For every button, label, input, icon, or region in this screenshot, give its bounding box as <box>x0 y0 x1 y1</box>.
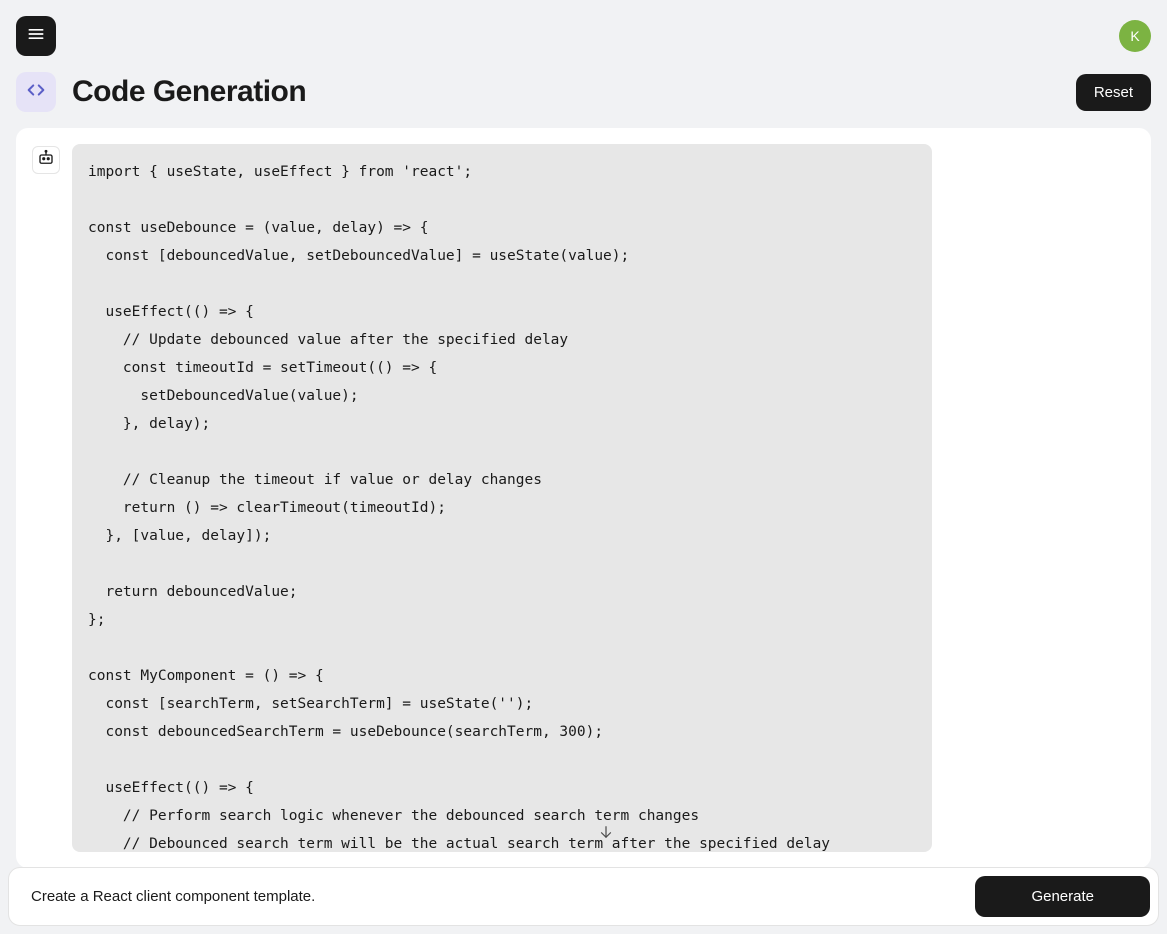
scroll-down-button[interactable] <box>594 822 618 846</box>
arrow-down-icon <box>597 823 615 846</box>
prompt-bar: Generate <box>8 867 1159 926</box>
code-icon <box>25 79 47 106</box>
prompt-input[interactable] <box>17 878 967 915</box>
code-icon-box <box>16 72 56 112</box>
page-title: Code Generation <box>72 75 306 109</box>
output-card: import { useState, useEffect } from 'rea… <box>16 128 1151 868</box>
hamburger-icon <box>26 24 46 49</box>
avatar-initial: K <box>1130 28 1139 44</box>
code-output: import { useState, useEffect } from 'rea… <box>72 144 932 852</box>
bot-icon <box>37 149 55 172</box>
reset-button[interactable]: Reset <box>1076 74 1151 111</box>
generate-button[interactable]: Generate <box>975 876 1150 917</box>
avatar[interactable]: K <box>1119 20 1151 52</box>
menu-button[interactable] <box>16 16 56 56</box>
bot-badge <box>32 146 60 174</box>
